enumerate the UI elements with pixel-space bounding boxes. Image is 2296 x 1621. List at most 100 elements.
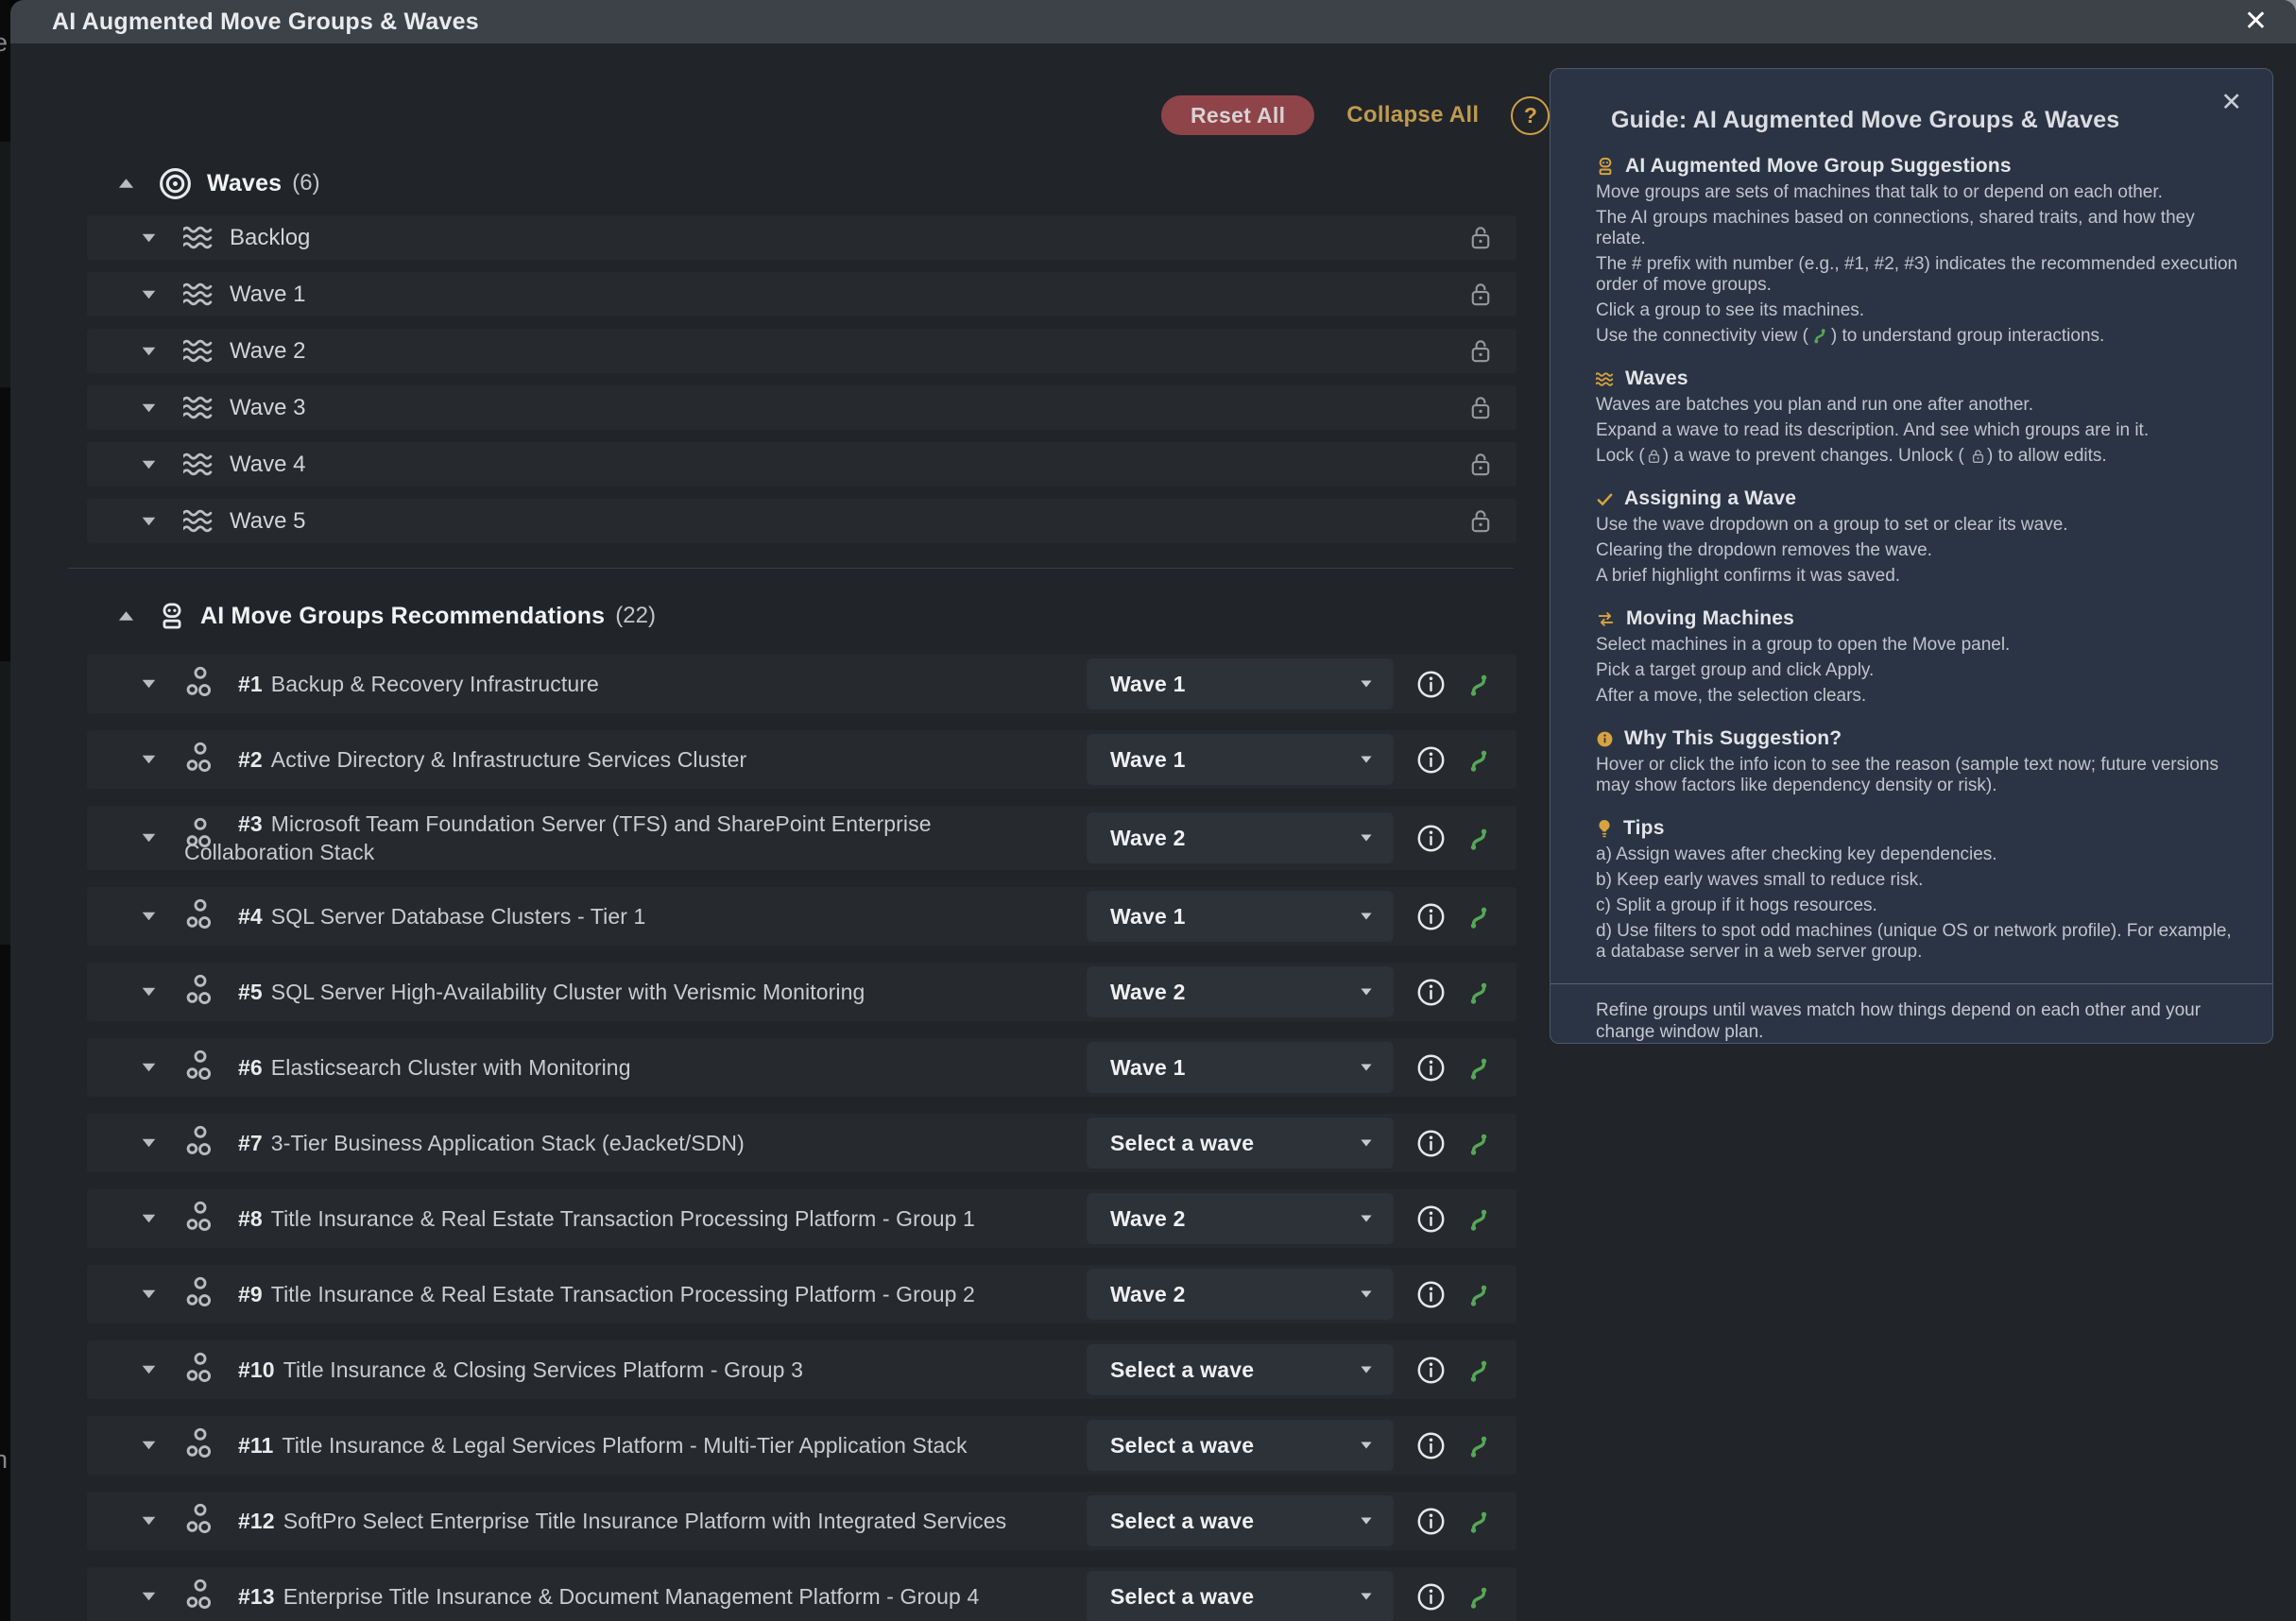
group-row[interactable]: #73-Tier Business Application Stack (eJa… <box>87 1114 1516 1172</box>
chevron-down-icon[interactable] <box>141 911 157 922</box>
wave-dropdown[interactable]: Wave 2 <box>1087 1269 1394 1320</box>
wave-dropdown[interactable]: Select a wave <box>1087 1118 1394 1169</box>
wave-dropdown[interactable]: Wave 2 <box>1087 966 1394 1017</box>
chevron-down-icon[interactable] <box>141 754 157 765</box>
move-groups-waves-modal: AI Augmented Move Groups & Waves ✕ Reset… <box>10 0 2296 1621</box>
info-icon[interactable] <box>1416 902 1446 931</box>
group-row[interactable]: #12SoftPro Select Enterprise Title Insur… <box>87 1492 1516 1550</box>
chevron-down-icon[interactable] <box>141 1213 157 1224</box>
info-icon[interactable] <box>1416 978 1446 1007</box>
connectivity-icon[interactable] <box>1465 824 1493 853</box>
unlock-icon[interactable] <box>1468 337 1493 365</box>
connectivity-icon[interactable] <box>1465 1356 1493 1385</box>
chevron-down-icon[interactable] <box>141 402 157 414</box>
info-icon[interactable] <box>1416 1356 1446 1385</box>
wave-dropdown[interactable]: Wave 2 <box>1087 1193 1394 1244</box>
chevron-down-icon[interactable] <box>141 1364 157 1375</box>
groups-section-header[interactable]: AI Move Groups Recommendations (22) <box>87 593 1516 639</box>
chevron-down-icon[interactable] <box>141 832 157 844</box>
connectivity-icon[interactable] <box>1465 1204 1493 1234</box>
group-row[interactable]: #6Elasticsearch Cluster with Monitoring … <box>87 1038 1516 1097</box>
connectivity-icon[interactable] <box>1465 1129 1493 1158</box>
info-icon[interactable] <box>1416 1582 1446 1612</box>
help-icon[interactable]: ? <box>1511 96 1550 135</box>
chevron-down-icon[interactable] <box>141 986 157 998</box>
guide-text-line: Use the wave dropdown on a group to set … <box>1596 515 2238 536</box>
chevron-down-icon[interactable] <box>141 1062 157 1073</box>
chevron-down-icon[interactable] <box>141 516 157 527</box>
info-icon[interactable] <box>1416 1431 1446 1460</box>
wave-row[interactable]: Wave 1 <box>87 272 1516 316</box>
cluster-icon <box>185 1578 215 1611</box>
chevron-down-icon[interactable] <box>141 346 157 357</box>
connectivity-icon[interactable] <box>1465 1582 1493 1612</box>
wave-dropdown[interactable]: Wave 1 <box>1087 891 1394 942</box>
wave-dropdown[interactable]: Select a wave <box>1087 1420 1394 1471</box>
group-row[interactable]: #3Microsoft Team Foundation Server (TFS)… <box>87 806 1516 870</box>
chevron-down-icon[interactable] <box>141 232 157 244</box>
wave-dropdown[interactable]: Select a wave <box>1087 1344 1394 1395</box>
unlock-icon[interactable] <box>1468 451 1493 478</box>
info-icon[interactable] <box>1416 1507 1446 1536</box>
wave-dropdown[interactable]: Wave 1 <box>1087 1042 1394 1093</box>
group-row[interactable]: #1Backup & Recovery Infrastructure Wave … <box>87 655 1516 713</box>
group-row[interactable]: #2Active Directory & Infrastructure Serv… <box>87 730 1516 789</box>
info-icon[interactable] <box>1416 670 1446 699</box>
info-icon[interactable] <box>1416 1053 1446 1083</box>
unlock-icon[interactable] <box>1468 281 1493 308</box>
connectivity-icon[interactable] <box>1465 1280 1493 1309</box>
wave-row[interactable]: Wave 2 <box>87 329 1516 373</box>
wave-row[interactable]: Wave 3 <box>87 385 1516 430</box>
connectivity-icon[interactable] <box>1465 1431 1493 1460</box>
info-icon[interactable] <box>1416 824 1446 853</box>
chevron-down-icon[interactable] <box>141 1515 157 1527</box>
info-icon[interactable] <box>1416 1129 1446 1158</box>
group-row[interactable]: #4SQL Server Database Clusters - Tier 1 … <box>87 887 1516 946</box>
info-icon[interactable] <box>1416 745 1446 775</box>
waves-section-header[interactable]: Waves (6) <box>87 161 1516 206</box>
close-icon[interactable]: ✕ <box>2244 8 2268 36</box>
wave-dropdown-value: Wave 1 <box>1110 747 1186 773</box>
info-icon[interactable] <box>1416 1280 1446 1309</box>
wave-dropdown[interactable]: Wave 2 <box>1087 812 1394 863</box>
group-row[interactable]: #11Title Insurance & Legal Services Plat… <box>87 1416 1516 1475</box>
unlock-icon[interactable] <box>1468 224 1493 251</box>
chevron-down-icon[interactable] <box>141 678 157 690</box>
unlock-icon[interactable] <box>1468 507 1493 535</box>
unlock-icon[interactable] <box>1468 394 1493 421</box>
group-row[interactable]: #8Title Insurance & Real Estate Transact… <box>87 1189 1516 1248</box>
guide-text-segment: Waves are batches you plan and run one a… <box>1596 395 2033 415</box>
wave-dropdown[interactable]: Wave 1 <box>1087 734 1394 785</box>
connectivity-icon[interactable] <box>1465 902 1493 931</box>
chevron-down-icon[interactable] <box>141 1591 157 1602</box>
guide-section-heading: Tips <box>1596 817 2238 840</box>
chevron-down-icon[interactable] <box>141 459 157 470</box>
info-icon[interactable] <box>1416 1204 1446 1234</box>
guide-panel: ✕ Guide: AI Augmented Move Groups & Wave… <box>1550 68 2273 1044</box>
wave-dropdown[interactable]: Select a wave <box>1087 1571 1394 1621</box>
chevron-down-icon[interactable] <box>141 1288 157 1300</box>
connectivity-icon[interactable] <box>1465 670 1493 699</box>
group-row[interactable]: #5SQL Server High-Availability Cluster w… <box>87 963 1516 1021</box>
wave-row[interactable]: Backlog <box>87 215 1516 260</box>
wave-row[interactable]: Wave 4 <box>87 442 1516 486</box>
wave-row[interactable]: Wave 5 <box>87 499 1516 543</box>
dropdown-caret-icon <box>1360 1138 1373 1148</box>
guide-close-icon[interactable]: ✕ <box>2220 90 2242 115</box>
chevron-down-icon[interactable] <box>141 289 157 300</box>
group-row[interactable]: #10Title Insurance & Closing Services Pl… <box>87 1340 1516 1399</box>
chevron-down-icon[interactable] <box>141 1137 157 1149</box>
info-gold-icon <box>1596 730 1614 748</box>
wave-dropdown[interactable]: Wave 1 <box>1087 658 1394 709</box>
chevron-down-icon[interactable] <box>141 1440 157 1451</box>
background-row-hint <box>0 661 10 945</box>
collapse-up-icon[interactable] <box>117 609 135 623</box>
connectivity-icon[interactable] <box>1465 745 1493 775</box>
wave-dropdown[interactable]: Select a wave <box>1087 1495 1394 1546</box>
connectivity-icon[interactable] <box>1465 978 1493 1007</box>
group-row[interactable]: #9Title Insurance & Real Estate Transact… <box>87 1265 1516 1323</box>
connectivity-icon[interactable] <box>1465 1507 1493 1536</box>
group-row[interactable]: #13Enterprise Title Insurance & Document… <box>87 1567 1516 1621</box>
connectivity-icon[interactable] <box>1465 1053 1493 1083</box>
collapse-up-icon[interactable] <box>117 177 135 190</box>
